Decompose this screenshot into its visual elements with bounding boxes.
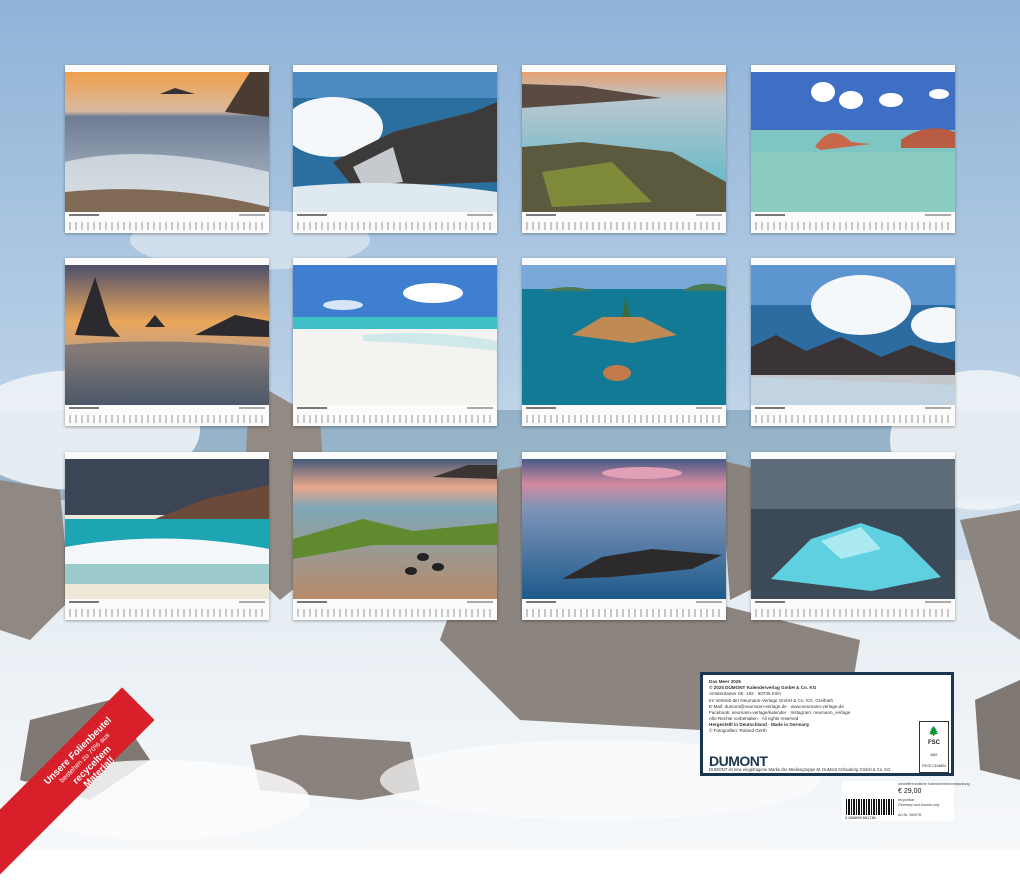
month-tile-september	[65, 452, 269, 620]
photo-tidal-pool	[522, 72, 726, 212]
photo-iceberg	[751, 459, 955, 599]
date-grid	[755, 415, 951, 423]
month-caption	[69, 214, 265, 218]
month-tile-july	[522, 258, 726, 426]
date-grid	[755, 222, 951, 230]
price: € 29,00	[898, 788, 922, 795]
date-grid	[755, 609, 951, 617]
month-tile-april	[751, 65, 955, 233]
fsc-label: FSC	[928, 740, 940, 746]
month-tile-january	[65, 65, 269, 233]
date-grid	[297, 222, 493, 230]
month-tile-february	[293, 65, 497, 233]
barcode-note-3: Germany and Austria only	[898, 803, 940, 807]
month-caption	[69, 601, 265, 605]
month-caption	[297, 407, 493, 411]
date-grid	[526, 415, 722, 423]
photo-crashing-wave	[293, 72, 497, 212]
barcode-icon	[846, 799, 894, 815]
photo-white-sand-beach	[293, 265, 497, 405]
fsc-mix: MIX	[930, 752, 938, 757]
month-tile-may	[65, 258, 269, 426]
fsc-code: FSC® C104604	[922, 764, 946, 768]
photo-sunset-surf	[65, 72, 269, 212]
photo-granite-lagoon	[751, 72, 955, 212]
barcode-note-1: umweltfreundliche Kalenderfolienverpacku…	[898, 782, 970, 786]
email-line: E-Mail: dumont@neumann-verlage.de · www.…	[709, 704, 844, 709]
distribution-line: Im Vertrieb der Neumann-Verlage GmbH & C…	[709, 698, 834, 703]
photographer-line: © Fotografien: Roland Gerth	[709, 728, 767, 733]
month-tile-december	[751, 452, 955, 620]
barcode-number: 4 065695 661781	[845, 815, 877, 820]
month-caption	[69, 407, 265, 411]
month-caption	[297, 214, 493, 218]
calendar-title: Das Meer 2026	[709, 679, 741, 684]
photo-mossy-shore	[293, 459, 497, 599]
month-tile-june	[293, 258, 497, 426]
photo-pink-dusk-rocks	[522, 459, 726, 599]
date-grid	[69, 609, 265, 617]
date-grid	[526, 222, 722, 230]
photo-sea-stack-sunset	[65, 265, 269, 405]
month-tile-october	[293, 452, 497, 620]
brand-note: DUMONT ist eine eingetragene Marke der M…	[709, 767, 891, 772]
copyright-line: © 2025 DUMONT Kalenderverlag GmbH & Co. …	[709, 685, 817, 690]
month-caption	[755, 214, 951, 218]
fsc-tree-icon: 🌲	[928, 726, 940, 736]
month-tile-august	[751, 258, 955, 426]
date-grid	[297, 609, 493, 617]
month-caption	[526, 601, 722, 605]
address-line: Amsterdamer Str. 192 · 50735 Köln	[709, 691, 782, 696]
barcode-label: 4 065695 661781 umweltfreundliche Kalend…	[842, 781, 970, 821]
article-number: Art.Nr. 260078	[898, 813, 922, 817]
photo-turquoise-surf	[65, 459, 269, 599]
month-caption	[526, 214, 722, 218]
made-in-line: Hergestellt in Deutschland · Made in Ger…	[709, 722, 810, 727]
rights-line: Alle Rechte vorbehalten · All rights res…	[709, 716, 799, 721]
photo-wave-spray-rocks	[751, 265, 955, 405]
month-tile-november	[522, 452, 726, 620]
photo-rock-islet	[522, 265, 726, 405]
month-tile-march	[522, 65, 726, 233]
month-caption	[526, 407, 722, 411]
month-caption	[297, 601, 493, 605]
date-grid	[69, 415, 265, 423]
date-grid	[526, 609, 722, 617]
barcode-note-2: recycelbar	[898, 798, 915, 802]
date-grid	[297, 415, 493, 423]
date-grid	[69, 222, 265, 230]
month-caption	[755, 601, 951, 605]
fsc-certification-badge: 🌲 FSC MIX FSC® C104604	[919, 721, 949, 773]
month-caption	[755, 407, 951, 411]
publisher-info-box: Das Meer 2026 © 2025 DUMONT Kalenderverl…	[700, 672, 954, 776]
social-line: Facebook: neumann-verlage/kalender · Ins…	[709, 710, 851, 715]
